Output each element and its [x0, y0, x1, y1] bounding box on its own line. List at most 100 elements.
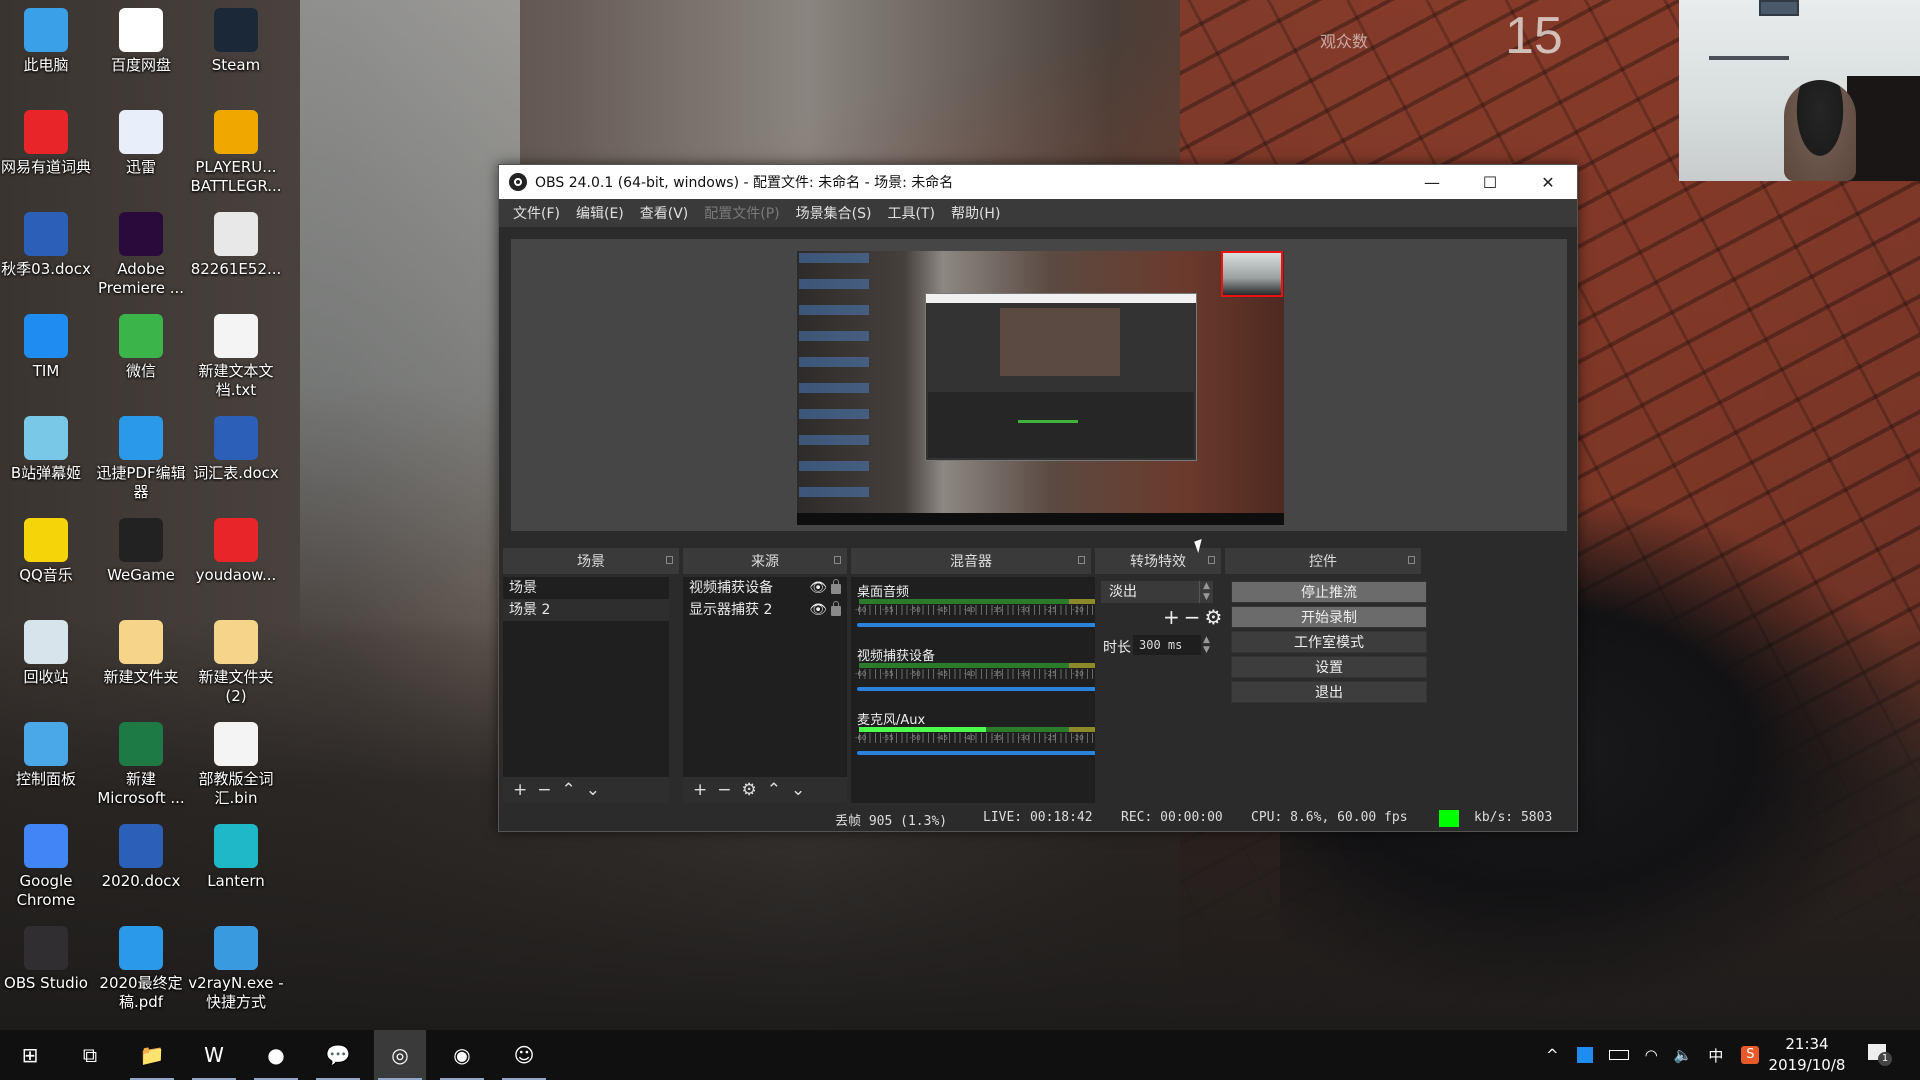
desktop-icon[interactable]: 网易有道词典 [0, 110, 96, 177]
add-transition-icon[interactable]: + [1163, 605, 1180, 629]
desktop-icon[interactable]: QQ音乐 [0, 518, 96, 585]
visibility-eye-icon[interactable]: 👁 [809, 599, 827, 621]
desktop-icon[interactable]: 新建文件夹 (2) [186, 620, 286, 706]
volume-slider[interactable] [857, 687, 1119, 691]
source-list-item[interactable]: 视频捕获设备 👁 [683, 577, 847, 599]
taskbar-obs-studio[interactable]: ◎ [374, 1030, 426, 1080]
preview-selected-source[interactable] [1221, 251, 1283, 297]
taskbar-bilibili-danmaku[interactable]: ☺ [498, 1030, 550, 1080]
desktop-icon[interactable]: B站弹幕姬 [0, 416, 96, 483]
desktop-icon[interactable]: v2rayN.exe - 快捷方式 [186, 926, 286, 1012]
desktop-icon[interactable]: youdaow... [186, 518, 286, 585]
desktop-icon[interactable]: TIM [0, 314, 96, 381]
qq-music-icon [24, 518, 68, 562]
duration-spinner-icon[interactable]: ▲ ▼ [1203, 635, 1210, 655]
control-button[interactable]: 开始录制 [1231, 606, 1427, 628]
minimize-button[interactable]: — [1403, 165, 1461, 199]
control-button[interactable]: 设置 [1231, 656, 1427, 678]
dock-float-icon[interactable] [834, 556, 841, 564]
menu-item[interactable]: 配置文件(P) [696, 203, 787, 223]
scene-list-item[interactable]: 场景 [503, 577, 669, 599]
scene-list-item[interactable]: 场景 2 [503, 599, 669, 621]
wifi-icon[interactable]: ◠ [1645, 1046, 1658, 1064]
move-scene-down-icon[interactable]: ⌄ [586, 780, 600, 800]
lock-icon[interactable] [831, 601, 841, 616]
preview-canvas[interactable] [797, 251, 1284, 525]
source-properties-gear-icon[interactable]: ⚙ [742, 780, 757, 800]
premiere-icon [119, 212, 163, 256]
taskbar-word[interactable]: W [188, 1030, 240, 1080]
desktop-icon[interactable]: 迅捷PDF编辑 器 [91, 416, 191, 502]
duration-input[interactable]: 300 ms [1133, 635, 1201, 655]
remove-transition-icon[interactable]: − [1184, 605, 1201, 629]
desktop-icon[interactable]: 词汇表.docx [186, 416, 286, 483]
preview-area[interactable] [511, 239, 1567, 531]
dock-float-icon[interactable] [1208, 556, 1215, 564]
desktop-icon[interactable]: Lantern [186, 824, 286, 891]
taskbar-wechat[interactable]: 💬 [312, 1030, 364, 1080]
desktop-icon[interactable]: PLAYERU... BATTLEGR... [186, 110, 286, 196]
desktop-icon[interactable]: 微信 [91, 314, 191, 381]
tray-chevron-icon[interactable]: ^ [1546, 1046, 1559, 1064]
taskbar-file-explorer[interactable]: 📁 [126, 1030, 178, 1080]
add-source-icon[interactable]: + [693, 780, 707, 800]
taskbar-app-orange[interactable]: ● [250, 1030, 302, 1080]
control-button[interactable]: 停止推流 [1231, 581, 1427, 603]
clock[interactable]: 21:34 2019/10/8 [1762, 1034, 1852, 1076]
obs-titlebar[interactable]: OBS 24.0.1 (64-bit, windows) - 配置文件: 未命名… [499, 165, 1577, 199]
notification-center-button[interactable]: 1 [1866, 1042, 1892, 1066]
menu-item[interactable]: 编辑(E) [568, 203, 632, 223]
volume-slider[interactable] [857, 623, 1119, 627]
desktop-icon[interactable]: 新建 Microsoft ... [91, 722, 191, 808]
desktop-icon[interactable]: 百度网盘 [91, 8, 191, 75]
tim-tray-icon[interactable] [1576, 1047, 1593, 1063]
dock-float-icon[interactable] [1408, 556, 1415, 564]
taskbar-chrome[interactable]: ◉ [436, 1030, 488, 1080]
desktop-icon[interactable]: 迅雷 [91, 110, 191, 177]
battery-icon[interactable] [1608, 1050, 1629, 1060]
remove-scene-icon[interactable]: − [537, 780, 551, 800]
remove-source-icon[interactable]: − [717, 780, 731, 800]
taskbar-task-view-button[interactable]: ⧉ [64, 1030, 116, 1080]
desktop-icon[interactable]: 新建文本文 档.txt [186, 314, 286, 400]
ime-indicator[interactable]: 中 [1708, 1045, 1723, 1066]
move-source-down-icon[interactable]: ⌄ [791, 780, 805, 800]
menu-item[interactable]: 场景集合(S) [788, 203, 880, 223]
visibility-eye-icon[interactable]: 👁 [809, 577, 827, 599]
maximize-button[interactable]: ☐ [1461, 165, 1519, 199]
menu-item[interactable]: 查看(V) [632, 203, 697, 223]
volume-icon[interactable]: 🔈 [1674, 1046, 1693, 1064]
menu-item[interactable]: 文件(F) [505, 203, 568, 223]
desktop-icon[interactable]: 2020最终定 稿.pdf [91, 926, 191, 1012]
menu-item[interactable]: 工具(T) [879, 203, 942, 223]
move-source-up-icon[interactable]: ⌃ [767, 780, 781, 800]
menu-item[interactable]: 帮助(H) [943, 203, 1008, 223]
add-scene-icon[interactable]: + [513, 780, 527, 800]
desktop-icon[interactable]: 部教版全词 汇.bin [186, 722, 286, 808]
transition-select[interactable]: 淡出 ▲ ▼ [1101, 581, 1213, 603]
desktop-icon[interactable]: WeGame [91, 518, 191, 585]
desktop-icon[interactable]: OBS Studio [0, 926, 96, 993]
desktop-icon[interactable]: Adobe Premiere ... [91, 212, 191, 298]
transition-gear-icon[interactable]: ⚙ [1205, 605, 1223, 629]
source-list-item[interactable]: 显示器捕获 2 👁 [683, 599, 847, 621]
desktop-icon[interactable]: 82261E52... [186, 212, 286, 279]
dock-float-icon[interactable] [1078, 556, 1085, 564]
close-button[interactable]: ✕ [1519, 165, 1577, 199]
desktop-icon[interactable]: 2020.docx [91, 824, 191, 891]
move-scene-up-icon[interactable]: ⌃ [562, 780, 576, 800]
volume-slider[interactable] [857, 751, 1119, 755]
dock-float-icon[interactable] [666, 556, 673, 564]
control-button[interactable]: 工作室模式 [1231, 631, 1427, 653]
taskbar-start-button[interactable]: ⊞ [4, 1030, 56, 1080]
desktop-icon[interactable]: Google Chrome [0, 824, 96, 910]
desktop-icon[interactable]: 秋季03.docx [0, 212, 96, 279]
desktop-icon[interactable]: Steam [186, 8, 286, 75]
lock-icon[interactable] [831, 579, 841, 594]
desktop-icon[interactable]: 控制面板 [0, 722, 96, 789]
control-button[interactable]: 退出 [1231, 681, 1427, 703]
desktop-icon[interactable]: 新建文件夹 [91, 620, 191, 687]
desktop-icon[interactable]: 回收站 [0, 620, 96, 687]
desktop-icon[interactable]: 此电脑 [0, 8, 96, 75]
sogou-ime-icon[interactable]: S [1741, 1046, 1760, 1064]
